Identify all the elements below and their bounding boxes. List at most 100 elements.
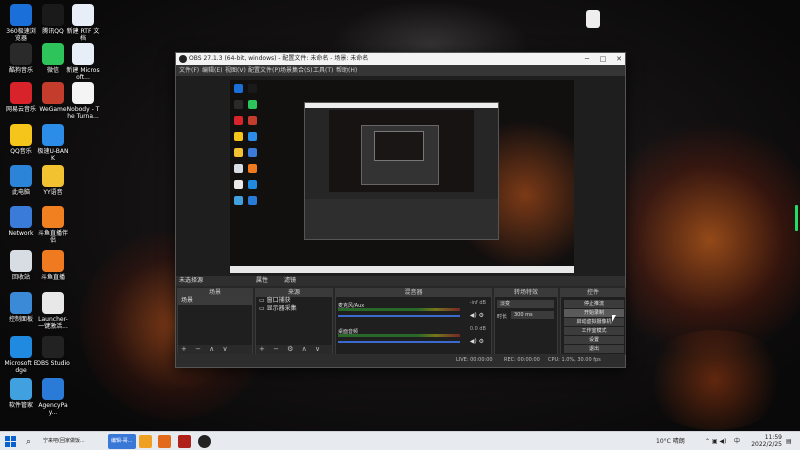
desktop-icon[interactable]: 斗鱼直播伴侣 bbox=[36, 206, 70, 244]
desktop-icon[interactable]: 微信 bbox=[36, 43, 70, 74]
mute-speaker-icon[interactable]: ◀) ⚙ bbox=[470, 312, 484, 319]
desktop-icon[interactable]: 软件管家 bbox=[4, 378, 38, 409]
mute-speaker-icon[interactable]: ◀) ⚙ bbox=[470, 338, 484, 345]
menu-view[interactable]: 视图(V) bbox=[225, 65, 246, 76]
desktop-icon[interactable]: YY语音 bbox=[36, 165, 70, 196]
app-icon bbox=[10, 43, 32, 65]
menu-help[interactable]: 帮助(H) bbox=[336, 65, 357, 76]
wallpaper-fire-right bbox=[600, 120, 800, 360]
desktop-icon-label: 斗鱼直播伴侣 bbox=[37, 230, 68, 244]
stop-streaming-button[interactable]: 停止推流 bbox=[564, 300, 624, 308]
notification-icon[interactable]: ▤ bbox=[786, 432, 792, 450]
desktop-icon-label: 酷狗音乐 bbox=[8, 67, 33, 74]
taskbar-app-active[interactable]: 编辑-哥... bbox=[108, 434, 136, 449]
menu-profile[interactable]: 配置文件(P) bbox=[248, 65, 280, 76]
weather-widget[interactable]: 10°C 晴朗 bbox=[656, 432, 685, 450]
studio-mode-button[interactable]: 工作室模式 bbox=[564, 327, 624, 335]
desktop-icon[interactable]: 斗鱼直播 bbox=[36, 250, 70, 281]
preview-app-icon bbox=[248, 100, 257, 109]
app-icon bbox=[42, 124, 64, 146]
duration-input[interactable]: 300 ms bbox=[511, 311, 554, 319]
menu-edit[interactable]: 编辑(E) bbox=[202, 65, 222, 76]
exit-button[interactable]: 退出 bbox=[564, 345, 624, 353]
obs-window-title: OBS 27.1.3 (64-bit, windows) - 配置文件: 未命名… bbox=[189, 55, 369, 62]
obs-titlebar[interactable]: OBS 27.1.3 (64-bit, windows) - 配置文件: 未命名… bbox=[176, 53, 625, 65]
sources-dock: 来源 ▭ 窗口捕获 ▭ 显示器采集 + − ⚙ ∧ ∨ bbox=[255, 288, 333, 355]
desktop-icon[interactable]: 此电脑 bbox=[4, 165, 38, 196]
close-button[interactable]: ✕ bbox=[611, 53, 627, 65]
start-button[interactable] bbox=[5, 436, 16, 447]
volume-meter bbox=[338, 308, 460, 311]
obs-menubar: 文件(F) 编辑(E) 视图(V) 配置文件(P) 场景集合(S) 工具(T) … bbox=[176, 65, 625, 76]
source-toolbar: 未选择源 属性 滤镜 bbox=[176, 276, 625, 286]
minimize-button[interactable]: ─ bbox=[579, 53, 595, 65]
desktop-icon[interactable]: Microsoft Edge bbox=[4, 336, 38, 374]
mixer-track-db: 0.0 dB bbox=[469, 326, 486, 332]
app-icon bbox=[10, 336, 32, 358]
sources-toolbar[interactable]: + − ⚙ ∧ ∨ bbox=[256, 345, 332, 354]
clock-date: 2022/2/25 bbox=[751, 441, 782, 448]
desktop-icon[interactable]: 新建 Microsoft... bbox=[66, 43, 100, 81]
desktop-icon-label: 此电脑 bbox=[11, 189, 30, 196]
preview-app-icon bbox=[234, 180, 243, 189]
transition-type-select[interactable]: 淡变 bbox=[497, 300, 554, 308]
desktop-icon[interactable]: Nobody - The Turna... bbox=[66, 82, 100, 120]
desktop-icon[interactable]: OBS Studio bbox=[36, 336, 70, 367]
preview-app-icon bbox=[248, 164, 257, 173]
taskbar-clock[interactable]: 11:59 2022/2/25 bbox=[744, 434, 782, 448]
transitions-dock-title: 转场特效 bbox=[495, 289, 557, 297]
obs-window: OBS 27.1.3 (64-bit, windows) - 配置文件: 未命名… bbox=[175, 52, 626, 368]
menu-tools[interactable]: 工具(T) bbox=[313, 65, 333, 76]
input-language[interactable]: 中 bbox=[734, 432, 740, 450]
program-preview[interactable] bbox=[230, 80, 574, 273]
search-icon[interactable]: ⌕ bbox=[26, 437, 31, 447]
nested-obs-capture bbox=[304, 102, 499, 240]
scenes-toolbar[interactable]: + − ∧ ∨ bbox=[178, 345, 252, 354]
desktop-icon[interactable]: 网易云音乐 bbox=[4, 82, 38, 113]
source-item[interactable]: ▭ 显示器采集 bbox=[256, 305, 332, 313]
desktop-icon[interactable]: 新建 RTF 文档 bbox=[66, 4, 100, 42]
preview-app-icon bbox=[234, 132, 243, 141]
desktop-icon[interactable]: Launcher-一键激活... bbox=[36, 292, 70, 330]
volume-slider[interactable] bbox=[338, 341, 460, 343]
desktop-icon[interactable]: QQ音乐 bbox=[4, 124, 38, 155]
desktop-icon[interactable]: 腾讯QQ bbox=[36, 4, 70, 35]
desktop-icon[interactable]: 回收站 bbox=[4, 250, 38, 281]
desktop-icon[interactable]: AgencyPay... bbox=[36, 378, 70, 416]
desktop-icon[interactable]: WeGame bbox=[36, 82, 70, 113]
app-icon bbox=[10, 378, 32, 400]
menu-scene-collection[interactable]: 场景集合(S) bbox=[280, 65, 313, 76]
app-icon bbox=[10, 4, 32, 26]
volume-slider[interactable] bbox=[338, 315, 460, 317]
preview-app-icon bbox=[234, 116, 243, 125]
filters-button[interactable]: 滤镜 bbox=[284, 276, 296, 286]
menu-file[interactable]: 文件(F) bbox=[179, 65, 199, 76]
desktop-icon[interactable]: Network bbox=[4, 206, 38, 237]
taskbar-douyu-icon[interactable] bbox=[158, 435, 171, 448]
floating-widget-icon[interactable] bbox=[586, 10, 600, 28]
duration-label: 时长 bbox=[497, 314, 508, 320]
properties-button[interactable]: 属性 bbox=[256, 276, 268, 286]
taskbar-app-browser[interactable]: 宁来吧(回家做饭... bbox=[40, 434, 88, 449]
taskbar-obs-icon[interactable] bbox=[198, 435, 211, 448]
mixer-track-mic: 麦克风/Aux -inf dB ◀) ⚙ bbox=[338, 300, 488, 326]
taskbar-app-icon[interactable] bbox=[178, 435, 191, 448]
app-icon bbox=[10, 82, 32, 104]
source-item[interactable]: ▭ 窗口捕获 bbox=[256, 297, 332, 305]
preview-app-icon bbox=[248, 196, 257, 205]
controls-dock: 控件 停止推流 开始录制 启动虚拟摄像机 工作室模式 设置 退出 bbox=[560, 288, 626, 355]
maximize-button[interactable]: □ bbox=[595, 53, 611, 65]
desktop-icon[interactable]: 控制面板 bbox=[4, 292, 38, 323]
tray-icons[interactable]: ⌃ ▣ ◀) bbox=[705, 432, 726, 450]
scene-item[interactable]: 场景 bbox=[178, 297, 252, 305]
desktop-icon-label: 微信 bbox=[46, 67, 59, 74]
app-icon bbox=[10, 250, 32, 272]
desktop-icon[interactable]: 极速U-BANK bbox=[36, 124, 70, 162]
preview-app-icon bbox=[234, 100, 243, 109]
desktop-icon[interactable]: 360极速浏览器 bbox=[4, 4, 38, 42]
taskbar-folder-icon[interactable] bbox=[139, 435, 152, 448]
desktop-icon[interactable]: 酷狗音乐 bbox=[4, 43, 38, 74]
wallpaper-fire-bottom bbox=[640, 330, 790, 430]
settings-button[interactable]: 设置 bbox=[564, 336, 624, 344]
volume-meter bbox=[338, 334, 460, 337]
